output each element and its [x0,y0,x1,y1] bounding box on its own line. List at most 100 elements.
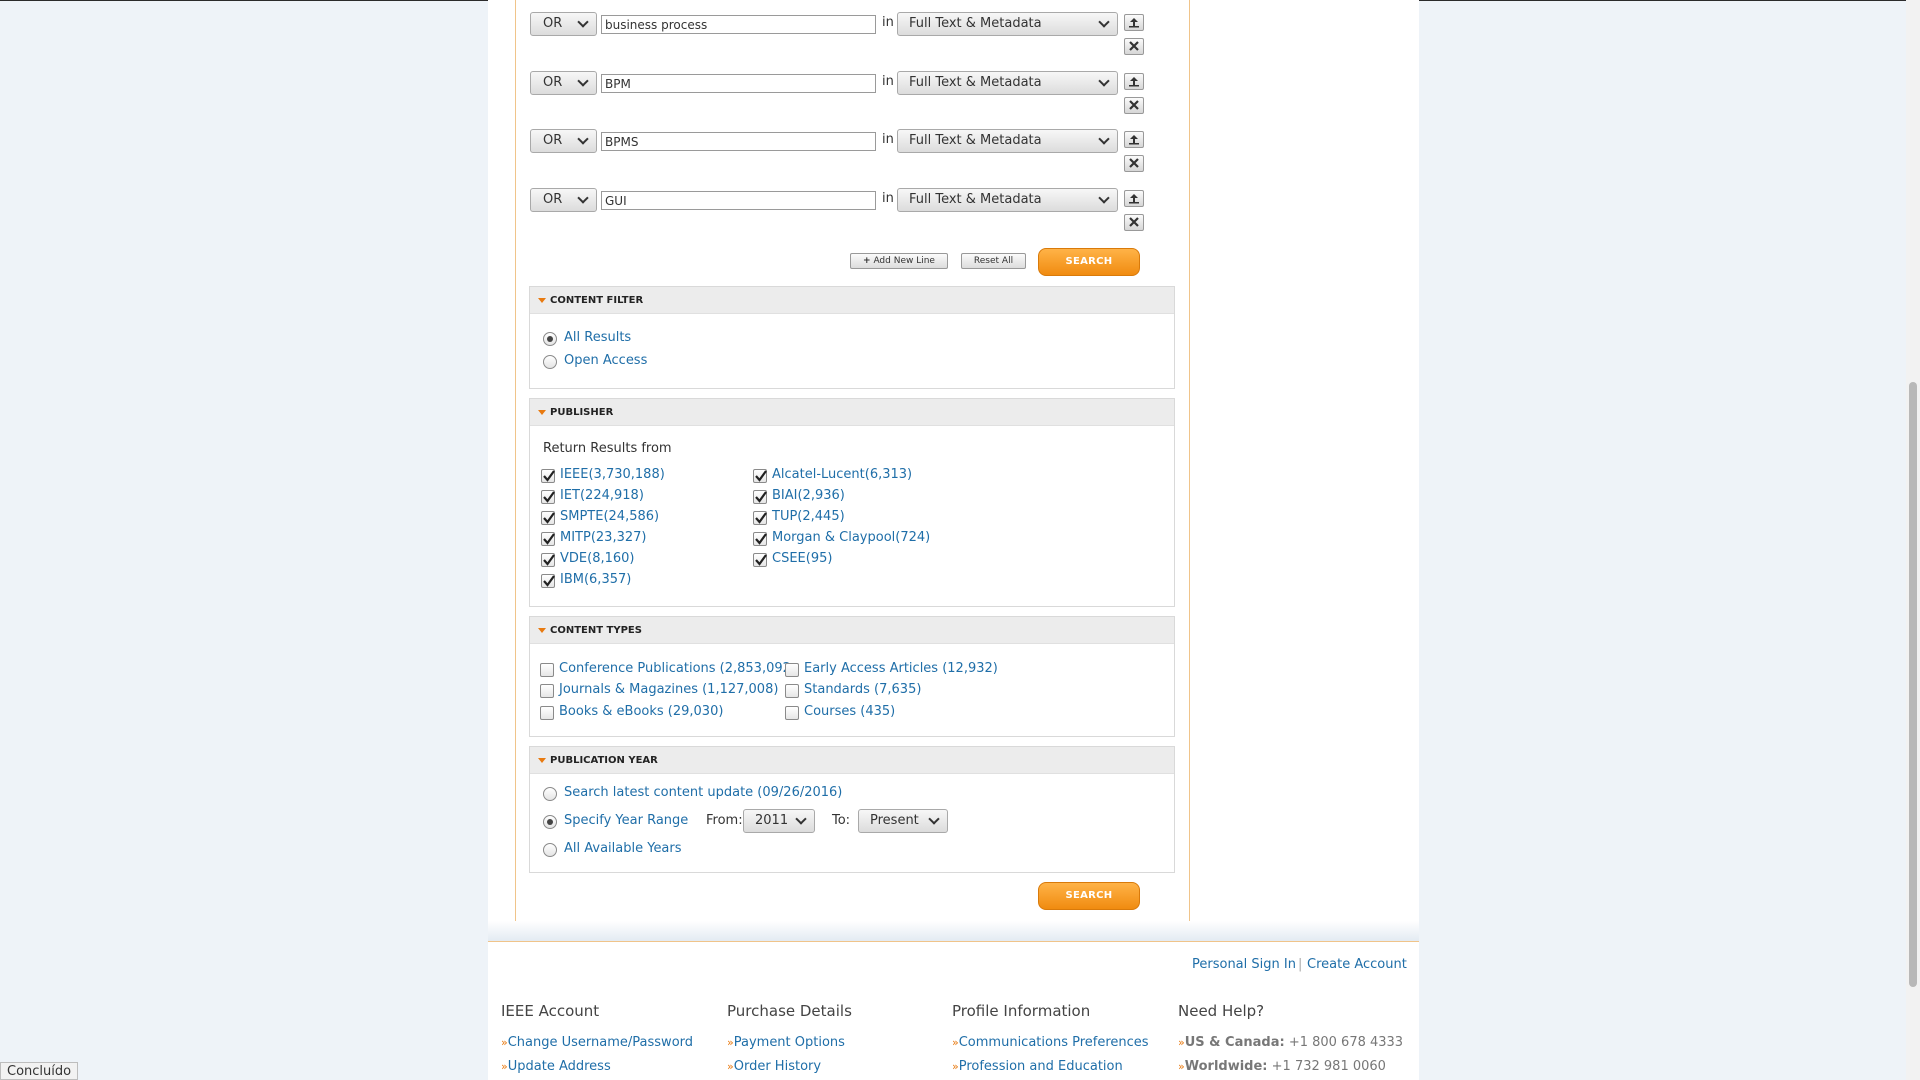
publisher-checkbox[interactable] [753,511,767,525]
personal-sign-in-link[interactable]: Personal Sign In [1192,957,1296,972]
search-term-input[interactable] [601,132,876,151]
field-select[interactable]: Full Text & Metadata [897,12,1118,36]
publisher-label[interactable]: IET(224,918) [560,488,644,503]
publisher-checkbox[interactable] [753,469,767,483]
close-icon [1129,217,1139,227]
publisher-checkbox[interactable] [753,490,767,504]
publisher-checkbox[interactable] [541,469,555,483]
publisher-label[interactable]: SMPTE(24,586) [560,509,659,524]
remove-row-button[interactable] [1124,97,1144,114]
remove-row-button[interactable] [1124,155,1144,172]
scrollbar-thumb[interactable] [1909,382,1917,987]
chevron-down-icon [1098,133,1110,145]
year-range-label[interactable]: Specify Year Range [564,813,688,828]
publisher-label[interactable]: MITP(23,327) [560,530,646,545]
publisher-label[interactable]: Alcatel-Lucent(6,313) [772,467,912,482]
publisher-label[interactable]: IEEE(3,730,188) [560,467,665,482]
all-results-label[interactable]: All Results [564,330,631,345]
field-select[interactable]: Full Text & Metadata [897,188,1118,212]
search-row: OR in Full Text & Metadata [530,71,1170,117]
content-type-label[interactable]: Conference Publications (2,853,092 [559,661,791,676]
open-access-radio[interactable] [543,355,557,369]
all-results-radio[interactable] [543,332,557,346]
content-type-checkbox[interactable] [785,706,799,720]
publisher-checkbox[interactable] [541,511,555,525]
field-select[interactable]: Full Text & Metadata [897,71,1118,95]
update-address-link[interactable]: »Update Address [501,1059,611,1074]
search-button-bottom[interactable]: SEARCH [1038,882,1140,910]
publisher-label[interactable]: IBM(6,357) [560,572,631,587]
field-value: Full Text & Metadata [909,192,1042,207]
payment-options-link[interactable]: »Payment Options [727,1035,845,1050]
operator-select[interactable]: OR [530,12,597,36]
bullet-icon: » [952,1060,959,1073]
content-type-checkbox[interactable] [540,684,554,698]
content-type-label[interactable]: Courses (435) [804,704,895,719]
publisher-label[interactable]: Morgan & Claypool(724) [772,530,930,545]
content-type-label[interactable]: Early Access Articles (12,932) [804,661,998,676]
publisher-label[interactable]: VDE(8,160) [560,551,634,566]
operator-select[interactable]: OR [530,129,597,153]
year-range-radio[interactable] [543,815,557,829]
publication-year-header[interactable]: PUBLICATION YEAR [530,747,1174,774]
latest-update-radio[interactable] [543,787,557,801]
change-username-link[interactable]: »Change Username/Password [501,1035,693,1050]
operator-select[interactable]: OR [530,71,597,95]
add-new-line-button[interactable]: + Add New Line [850,253,948,269]
field-select[interactable]: Full Text & Metadata [897,129,1118,153]
move-up-button[interactable] [1124,131,1144,148]
operator-select[interactable]: OR [530,188,597,212]
profession-education-link[interactable]: »Profession and Education [952,1059,1123,1074]
publisher-checkbox[interactable] [541,532,555,546]
publisher-label[interactable]: TUP(2,445) [772,509,845,524]
publisher-checkbox[interactable] [541,574,555,588]
content-type-label[interactable]: Journals & Magazines (1,127,008) [559,682,778,697]
content-filter-header[interactable]: CONTENT FILTER [530,287,1174,314]
latest-update-label[interactable]: Search latest content update (09/26/2016… [564,785,842,800]
content-type-checkbox[interactable] [540,663,554,677]
advanced-search-form: OR in Full Text & Metadata OR in Full Te… [515,0,1190,927]
worldwide-phone: »Worldwide: +1 732 981 0060 [1178,1059,1386,1074]
operator-value: OR [543,16,563,31]
move-up-button[interactable] [1124,14,1144,31]
reset-all-button[interactable]: Reset All [961,253,1026,269]
ieee-account-heading: IEEE Account [501,1002,600,1020]
bullet-icon: » [952,1036,959,1049]
publisher-checkbox[interactable] [541,553,555,567]
move-up-button[interactable] [1124,73,1144,90]
communications-preferences-link[interactable]: »Communications Preferences [952,1035,1149,1050]
publisher-checkbox[interactable] [753,553,767,567]
from-year-select[interactable]: 2011 [743,809,815,833]
bullet-icon: » [501,1060,508,1073]
search-term-input[interactable] [601,74,876,93]
us-canada-number: +1 800 678 4333 [1288,1035,1404,1050]
content-type-checkbox[interactable] [785,663,799,677]
content-type-checkbox[interactable] [540,706,554,720]
publisher-label[interactable]: BIAI(2,936) [772,488,845,503]
order-history-link[interactable]: »Order History [727,1059,821,1074]
content-types-header[interactable]: CONTENT TYPES [530,617,1174,644]
remove-row-button[interactable] [1124,214,1144,231]
collapse-triangle-icon [538,298,546,303]
content-type-label[interactable]: Books & eBooks (29,030) [559,704,723,719]
all-years-label[interactable]: All Available Years [564,841,682,856]
communications-preferences-label: Communications Preferences [958,1035,1149,1050]
publisher-header[interactable]: PUBLISHER [530,399,1174,426]
chevron-down-icon [1098,192,1110,204]
create-account-link[interactable]: Create Account [1307,957,1407,972]
search-label: SEARCH [1065,256,1113,267]
publisher-checkbox[interactable] [753,532,767,546]
remove-row-button[interactable] [1124,38,1144,55]
search-term-input[interactable] [601,191,876,210]
to-year-select[interactable]: Present [858,809,948,833]
all-years-radio[interactable] [543,843,557,857]
publisher-checkbox[interactable] [541,490,555,504]
search-term-input[interactable] [601,15,876,34]
content-type-checkbox[interactable] [785,684,799,698]
move-up-button[interactable] [1124,190,1144,207]
search-button-top[interactable]: SEARCH [1038,248,1140,276]
open-access-label[interactable]: Open Access [564,353,647,368]
checkmark-icon [543,575,555,587]
publisher-label[interactable]: CSEE(95) [772,551,832,566]
content-type-label[interactable]: Standards (7,635) [804,682,921,697]
